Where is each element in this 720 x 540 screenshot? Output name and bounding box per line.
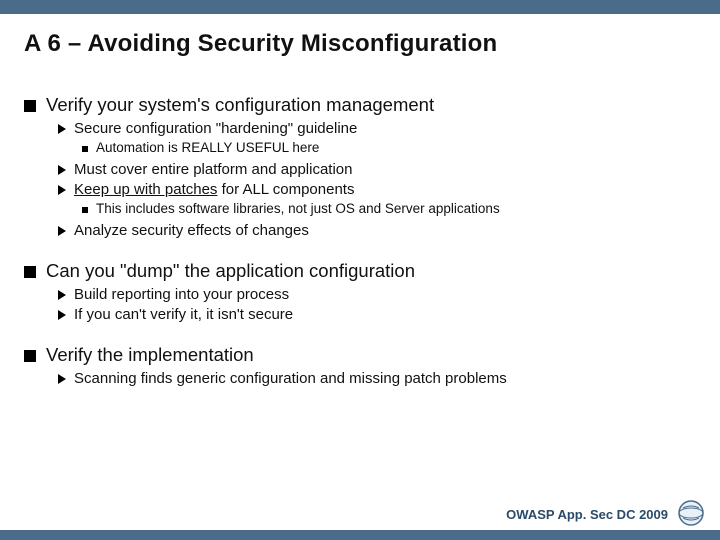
bullet-level2: Must cover entire platform and applicati…: [58, 161, 696, 178]
bullet-text: Scanning finds generic configuration and…: [74, 370, 507, 387]
bullet-text: Build reporting into your process: [74, 286, 289, 303]
bullet-text: Verify the implementation: [46, 344, 254, 366]
slide-content: A 6 – Avoiding Security Misconfiguration…: [0, 14, 720, 387]
bullet-text: Automation is REALLY USEFUL here: [96, 140, 319, 155]
bullet-level3: This includes software libraries, not ju…: [82, 201, 696, 216]
top-accent-bar: [0, 0, 720, 14]
bullet-level2: Keep up with patches for ALL components: [58, 181, 696, 198]
footer-text: OWASP App. Sec DC 2009: [506, 507, 668, 522]
triangle-bullet-icon: [58, 226, 66, 236]
bullet-level2: Build reporting into your process: [58, 286, 696, 303]
triangle-bullet-icon: [58, 124, 66, 134]
square-bullet-icon: [24, 100, 36, 112]
owasp-logo-icon: [678, 500, 704, 526]
square-bullet-icon: [24, 350, 36, 362]
square-small-bullet-icon: [82, 146, 88, 152]
bullet-text: Must cover entire platform and applicati…: [74, 161, 352, 178]
underlined-text: Keep up with patches: [74, 181, 217, 198]
bullet-text: Can you "dump" the application configura…: [46, 260, 415, 282]
bullet-level2: If you can't verify it, it isn't secure: [58, 306, 696, 323]
slide-title: A 6 – Avoiding Security Misconfiguration: [24, 30, 696, 58]
bullet-text: Secure configuration "hardening" guideli…: [74, 120, 357, 137]
bottom-accent-bar: [0, 530, 720, 540]
triangle-bullet-icon: [58, 374, 66, 384]
triangle-bullet-icon: [58, 185, 66, 195]
bullet-level2: Secure configuration "hardening" guideli…: [58, 120, 696, 137]
bullet-level2: Scanning finds generic configuration and…: [58, 370, 696, 387]
triangle-bullet-icon: [58, 290, 66, 300]
triangle-bullet-icon: [58, 165, 66, 175]
bullet-text: Keep up with patches for ALL components: [74, 181, 354, 198]
bullet-text: Verify your system's configuration manag…: [46, 94, 434, 116]
bullet-text: If you can't verify it, it isn't secure: [74, 306, 293, 323]
square-bullet-icon: [24, 266, 36, 278]
triangle-bullet-icon: [58, 310, 66, 320]
bullet-level2: Analyze security effects of changes: [58, 222, 696, 239]
bullet-level1: Can you "dump" the application configura…: [24, 260, 696, 282]
bullet-text: Analyze security effects of changes: [74, 222, 309, 239]
text-suffix: for ALL components: [217, 181, 354, 198]
bullet-level1: Verify your system's configuration manag…: [24, 94, 696, 116]
bullet-level1: Verify the implementation: [24, 344, 696, 366]
bullet-level3: Automation is REALLY USEFUL here: [82, 140, 696, 155]
bullet-text: This includes software libraries, not ju…: [96, 201, 500, 216]
square-small-bullet-icon: [82, 207, 88, 213]
